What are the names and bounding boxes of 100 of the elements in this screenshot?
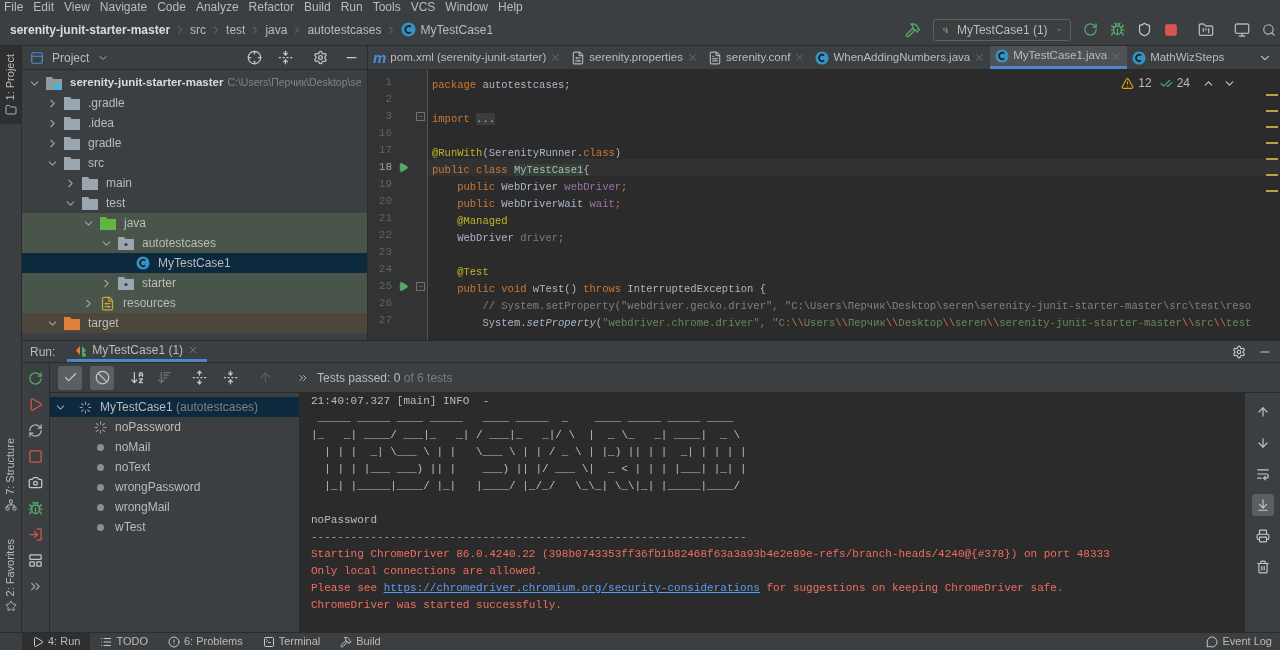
show-ignored-toggle[interactable] xyxy=(90,365,114,390)
side-tab[interactable]: 2: Favorites xyxy=(0,530,21,620)
tree-item[interactable]: src xyxy=(22,153,367,173)
exit-icon[interactable] xyxy=(28,527,43,542)
rerun-icon[interactable] xyxy=(1083,22,1098,37)
tool-window-tab[interactable]: 4: Run xyxy=(22,633,91,650)
tree-item[interactable]: gradle xyxy=(22,133,367,153)
spinner-icon xyxy=(79,400,92,414)
sort-duration-icon[interactable] xyxy=(157,370,172,385)
run-gutter-icon[interactable] xyxy=(397,162,409,173)
run-tab[interactable]: MyTestCase1 (1) xyxy=(67,341,208,362)
test-tree-item[interactable]: noPassword xyxy=(50,417,299,437)
tree-item[interactable]: test xyxy=(22,193,367,213)
breadcrumb[interactable]: java xyxy=(265,20,288,39)
breadcrumb[interactable]: src xyxy=(190,20,207,39)
test-tree-item[interactable]: wrongMail xyxy=(50,497,299,517)
editor-tab[interactable]: serenity.properties xyxy=(566,46,703,69)
test-tree-item[interactable]: MyTestCase1 (autotestcases) xyxy=(50,397,299,417)
breadcrumb[interactable]: serenity-junit-starter-master xyxy=(10,20,171,39)
bug-icon[interactable] xyxy=(28,501,43,516)
menu-item[interactable]: Help xyxy=(498,1,523,13)
fold-icon[interactable] xyxy=(415,282,425,291)
fold-icon[interactable] xyxy=(415,112,425,121)
tree-item[interactable]: starter xyxy=(22,273,367,293)
presentation-icon[interactable] xyxy=(1234,21,1250,38)
hammer-icon[interactable] xyxy=(905,21,921,38)
settings-icon[interactable] xyxy=(1232,344,1246,359)
stop-icon[interactable] xyxy=(1164,22,1178,37)
tool-window-tab[interactable]: TODO xyxy=(90,633,158,650)
maven-icon: m xyxy=(373,50,387,65)
menu-item[interactable]: Navigate xyxy=(99,1,148,13)
side-tab[interactable]: 1: Project xyxy=(0,46,21,125)
menu-item[interactable]: Code xyxy=(157,1,186,13)
menu-item[interactable]: Run xyxy=(340,1,363,13)
rerun-icon[interactable] xyxy=(28,371,43,386)
menu-item[interactable]: File xyxy=(4,1,24,13)
rerun-failed-icon[interactable] xyxy=(28,397,43,412)
menu-item[interactable]: Tools xyxy=(372,1,401,13)
test-tree-item[interactable]: wTest xyxy=(50,517,299,537)
collapse-all-icon[interactable] xyxy=(278,50,293,65)
editor-tab[interactable]: serenity.conf xyxy=(703,46,811,69)
tree-item[interactable]: java xyxy=(22,213,367,233)
test-tree-item[interactable]: wrongPassword xyxy=(50,477,299,497)
test-tree-item[interactable]: noMail xyxy=(50,437,299,457)
settings-icon[interactable] xyxy=(313,50,328,65)
menu-item[interactable]: Edit xyxy=(33,1,55,13)
auto-test-icon[interactable] xyxy=(28,423,43,438)
editor-tab[interactable]: MathWizSteps xyxy=(1127,46,1230,69)
close-icon[interactable] xyxy=(974,52,986,63)
check-count[interactable]: 24 xyxy=(1176,74,1190,92)
side-tab[interactable]: 7: Structure xyxy=(0,429,21,519)
expand-all-icon[interactable] xyxy=(192,370,207,385)
tree-item[interactable]: main xyxy=(22,173,367,193)
test-tree-item[interactable]: noText xyxy=(50,457,299,477)
tree-item[interactable]: serenity-junit-starter-master C:\Users\Перчик\Desktop\se xyxy=(22,73,367,93)
folder-icon xyxy=(64,96,80,110)
tree-item[interactable]: .idea xyxy=(22,113,367,133)
stop-icon[interactable] xyxy=(28,449,43,464)
breadcrumb[interactable]: MyTestCase1 xyxy=(420,20,494,39)
camera-icon[interactable] xyxy=(28,475,43,490)
run-gutter-icon[interactable] xyxy=(397,281,409,292)
event-log-tab[interactable]: Event Log xyxy=(1198,633,1280,650)
show-passed-toggle[interactable] xyxy=(58,365,82,390)
print-icon xyxy=(1255,529,1270,543)
editor-tab[interactable]: WhenAddingNumbers.java xyxy=(810,46,991,69)
breadcrumb[interactable]: test xyxy=(226,20,246,39)
tool-window-tab[interactable]: 6: Problems xyxy=(158,633,253,650)
breadcrumb[interactable]: autotestcases xyxy=(307,20,382,39)
menu-item[interactable]: Analyze xyxy=(195,1,239,13)
tree-item[interactable]: resources xyxy=(22,293,367,313)
project-structure-icon[interactable] xyxy=(1198,21,1214,38)
locate-icon[interactable] xyxy=(247,50,262,65)
collapse-all-icon[interactable] xyxy=(223,370,238,385)
warning-count[interactable]: 12 xyxy=(1138,74,1152,92)
close-icon[interactable] xyxy=(687,52,698,63)
run-config-dropdown[interactable]: MyTestCase1 (1) xyxy=(933,18,1071,41)
folder-icon xyxy=(82,196,98,210)
editor-tab[interactable]: m pom.xml (serenity-junit-starter) xyxy=(368,46,567,69)
close-icon[interactable] xyxy=(550,52,562,63)
tool-window-tab[interactable]: Terminal xyxy=(252,633,331,650)
scroll-to-end-button[interactable] xyxy=(1251,494,1274,516)
tool-window-tab[interactable]: Build xyxy=(330,633,391,650)
menu-item[interactable]: Refactor xyxy=(248,1,294,13)
menu-item[interactable]: VCS xyxy=(410,1,436,13)
tree-item[interactable]: .gradle xyxy=(22,93,367,113)
tree-item[interactable]: autotestcases xyxy=(22,233,367,253)
console-link[interactable]: https://chromedriver.chromium.org/security-considerations xyxy=(383,582,760,594)
coverage-icon[interactable] xyxy=(1137,22,1152,37)
editor-tab[interactable]: MyTestCase1.java xyxy=(990,46,1128,69)
sort-alphabetically-icon[interactable] xyxy=(130,370,145,385)
layout-icon[interactable] xyxy=(28,553,43,568)
menu-item[interactable]: Window xyxy=(445,1,489,13)
search-icon[interactable] xyxy=(1262,22,1276,37)
tree-item[interactable]: target xyxy=(22,313,367,333)
close-icon[interactable] xyxy=(794,52,806,63)
warning-icon[interactable] xyxy=(1121,76,1135,90)
tree-item[interactable]: MyTestCase1 xyxy=(22,253,367,273)
bug-icon[interactable] xyxy=(1110,22,1125,37)
menu-item[interactable]: View xyxy=(64,1,90,13)
menu-item[interactable]: Build xyxy=(303,1,331,13)
